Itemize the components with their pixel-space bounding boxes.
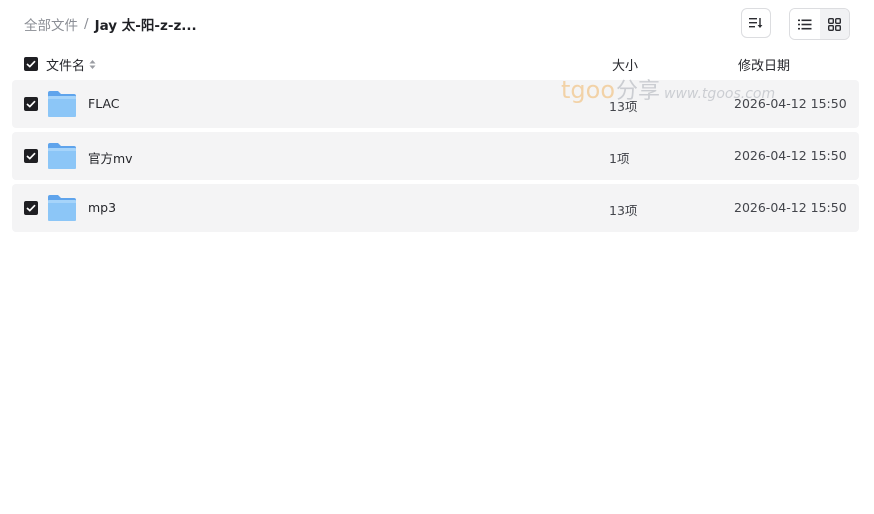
checkmark-icon xyxy=(26,100,36,108)
file-name[interactable]: FLAC xyxy=(88,96,120,111)
sort-caret-icon xyxy=(89,59,96,70)
folder-icon xyxy=(48,195,76,221)
checkmark-icon xyxy=(26,204,36,212)
sort-lines-icon xyxy=(749,18,763,28)
file-row[interactable]: 官方mv 1项 2026-04-12 15:50 xyxy=(12,132,859,180)
view-toggle xyxy=(789,8,850,40)
list-view-icon xyxy=(797,19,812,29)
sort-button[interactable] xyxy=(741,8,771,38)
file-name[interactable]: mp3 xyxy=(88,200,116,215)
checkmark-icon xyxy=(26,60,36,68)
breadcrumb-current-folder: Jay 太-阳-z-z... xyxy=(94,18,197,34)
breadcrumb: 全部文件 / Jay 太-阳-z-z... xyxy=(24,14,197,34)
grid-view-button[interactable] xyxy=(819,9,849,39)
file-date: 2026-04-12 15:50 xyxy=(734,200,847,215)
checkmark-icon xyxy=(26,152,36,160)
select-all-checkbox[interactable] xyxy=(24,57,38,71)
folder-icon xyxy=(48,143,76,169)
file-list-header: 文件名 大小 修改日期 xyxy=(0,52,874,76)
row-checkbox[interactable] xyxy=(24,201,38,215)
file-size: 1项 xyxy=(609,151,630,166)
column-header-name[interactable]: 文件名 xyxy=(46,55,96,74)
row-checkbox[interactable] xyxy=(24,97,38,111)
row-checkbox[interactable] xyxy=(24,149,38,163)
file-name[interactable]: 官方mv xyxy=(88,148,133,167)
column-header-name-label: 文件名 xyxy=(46,59,86,74)
folder-icon xyxy=(48,91,76,117)
file-row[interactable]: mp3 13项 2026-04-12 15:50 xyxy=(12,184,859,232)
column-header-size[interactable]: 大小 xyxy=(612,55,638,74)
file-date: 2026-04-12 15:50 xyxy=(734,148,847,163)
breadcrumb-root-link[interactable]: 全部文件 xyxy=(24,14,78,34)
file-list: FLAC 13项 2026-04-12 15:50 官方mv 1项 2026-0… xyxy=(12,80,859,236)
file-size: 13项 xyxy=(609,203,638,218)
column-header-date[interactable]: 修改日期 xyxy=(738,55,790,74)
file-size: 13项 xyxy=(609,99,638,114)
grid-view-icon xyxy=(827,17,841,31)
file-date: 2026-04-12 15:50 xyxy=(734,96,847,111)
list-view-button[interactable] xyxy=(790,9,820,39)
file-browser: 全部文件 / Jay 太-阳-z-z... 文件名 大小 修改日期 FLAC 1… xyxy=(0,0,874,514)
breadcrumb-separator: / xyxy=(84,16,89,32)
file-row[interactable]: FLAC 13项 2026-04-12 15:50 xyxy=(12,80,859,128)
